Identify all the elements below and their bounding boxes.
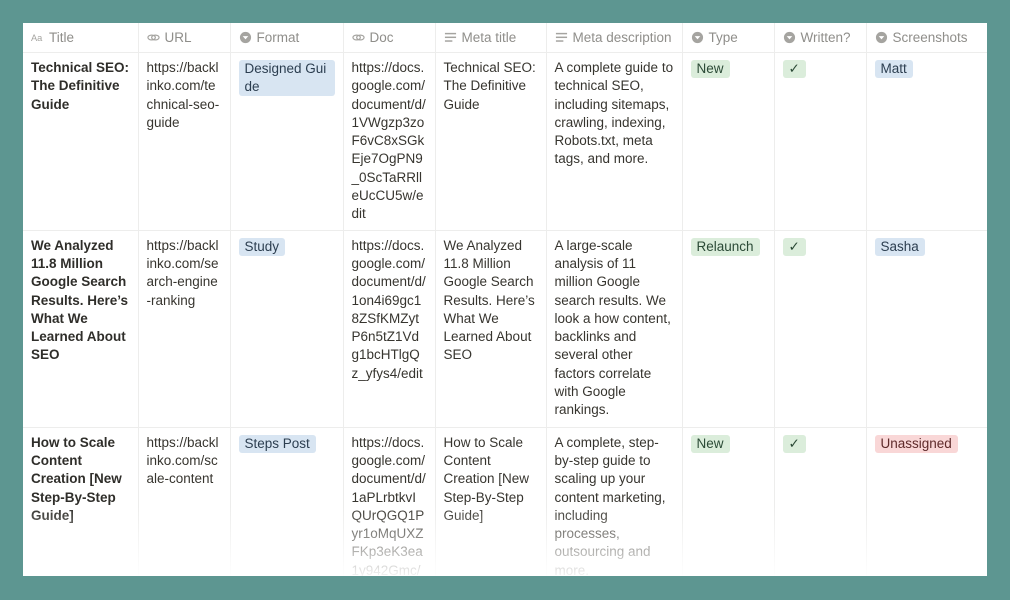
written-check-tag: ✓ bbox=[782, 434, 806, 453]
database-table-frame: Aa Title URL Format Doc Meta title Meta d… bbox=[23, 23, 987, 576]
column-header-title[interactable]: Aa Title bbox=[23, 23, 139, 53]
type-tag: New bbox=[690, 60, 730, 78]
cell-doc[interactable]: https://docs.google.com/document/d/1on4i… bbox=[343, 230, 436, 428]
cell-title[interactable]: We Analyzed 11.8 Million Google Search R… bbox=[23, 230, 139, 428]
type-tag: Relaunch bbox=[690, 237, 760, 256]
column-header-label: URL bbox=[164, 30, 192, 45]
column-header-type[interactable]: Type bbox=[682, 23, 775, 53]
cell-doc[interactable]: https://docs.google.com/document/d/1aPLr… bbox=[343, 427, 436, 576]
screenshots-tag: Matt bbox=[874, 60, 913, 78]
cell-meta-title[interactable]: Technical SEO: The Definitive Guide bbox=[435, 52, 547, 231]
column-header-label: Written? bbox=[800, 30, 851, 45]
cell-title[interactable]: Technical SEO: The Definitive Guide bbox=[23, 52, 139, 231]
column-header-label: Type bbox=[708, 30, 738, 45]
text-lines-icon bbox=[555, 32, 567, 42]
cell-meta-description[interactable]: A complete, step-by-step guide to scalin… bbox=[546, 427, 683, 576]
cell-url[interactable]: https://backlinko.com/technical-seo-guid… bbox=[138, 52, 231, 231]
screenshots-tag: Sasha bbox=[874, 237, 925, 256]
format-tag: Designed Guide bbox=[238, 60, 335, 96]
select-icon bbox=[691, 31, 703, 44]
column-header-written[interactable]: Written? bbox=[774, 23, 867, 53]
svg-text:Aa: Aa bbox=[31, 33, 43, 43]
cell-meta-title[interactable]: We Analyzed 11.8 Million Google Search R… bbox=[435, 230, 547, 428]
format-tag: Steps Post bbox=[238, 434, 316, 453]
content-database-table: Aa Title URL Format Doc Meta title Meta d… bbox=[23, 23, 987, 576]
column-header-meta-title[interactable]: Meta title bbox=[435, 23, 547, 53]
written-check-tag: ✓ bbox=[782, 60, 806, 78]
table-row[interactable]: Technical SEO: The Definitive Guide http… bbox=[23, 52, 987, 231]
select-icon bbox=[875, 31, 887, 44]
cell-meta-description[interactable]: A complete guide to technical SEO, inclu… bbox=[546, 52, 683, 231]
link-icon bbox=[146, 34, 160, 41]
select-icon bbox=[239, 31, 251, 44]
cell-meta-description[interactable]: A large-scale analysis of 11 million Goo… bbox=[546, 230, 683, 428]
cell-screenshots[interactable]: Sasha bbox=[866, 230, 987, 428]
format-tag: Study bbox=[238, 237, 286, 256]
column-header-label: Meta title bbox=[461, 30, 517, 45]
column-header-meta-description[interactable]: Meta description bbox=[546, 23, 683, 53]
header-row: Aa Title URL Format Doc Meta title Meta d… bbox=[23, 23, 987, 53]
column-header-doc[interactable]: Doc bbox=[343, 23, 436, 53]
cell-url[interactable]: https://backlinko.com/search-engine-rank… bbox=[138, 230, 231, 428]
select-icon bbox=[783, 31, 795, 44]
column-header-label: Meta description bbox=[572, 30, 672, 45]
column-header-label: Format bbox=[256, 30, 300, 45]
cell-type[interactable]: New bbox=[682, 427, 775, 576]
type-tag: New bbox=[690, 434, 730, 453]
screenshots-tag: Unassigned bbox=[874, 434, 958, 453]
column-header-url[interactable]: URL bbox=[138, 23, 231, 53]
column-header-screenshots[interactable]: Screenshots bbox=[866, 23, 987, 53]
text-lines-icon bbox=[444, 32, 456, 42]
cell-title[interactable]: How to Scale Content Creation [New Step-… bbox=[23, 427, 139, 576]
cell-type[interactable]: Relaunch bbox=[682, 230, 775, 428]
cell-screenshots[interactable]: Matt bbox=[866, 52, 987, 231]
column-header-label: Screenshots bbox=[892, 30, 968, 45]
cell-screenshots[interactable]: Unassigned bbox=[866, 427, 987, 576]
cell-meta-title[interactable]: How to Scale Content Creation [New Step-… bbox=[435, 427, 547, 576]
cell-written[interactable]: ✓ bbox=[774, 52, 867, 231]
text-type-icon: Aa bbox=[31, 33, 43, 43]
cell-format[interactable]: Steps Post bbox=[230, 427, 344, 576]
written-check-tag: ✓ bbox=[782, 237, 806, 256]
column-header-label: Doc bbox=[369, 30, 394, 45]
cell-format[interactable]: Study bbox=[230, 230, 344, 428]
table-row[interactable]: How to Scale Content Creation [New Step-… bbox=[23, 427, 987, 576]
link-icon bbox=[351, 34, 365, 41]
cell-written[interactable]: ✓ bbox=[774, 427, 867, 576]
cell-written[interactable]: ✓ bbox=[774, 230, 867, 428]
column-header-format[interactable]: Format bbox=[230, 23, 344, 53]
cell-doc[interactable]: https://docs.google.com/document/d/1VWgz… bbox=[343, 52, 436, 231]
cell-type[interactable]: New bbox=[682, 52, 775, 231]
column-header-label: Title bbox=[49, 30, 75, 45]
cell-url[interactable]: https://backlinko.com/scale-content bbox=[138, 427, 231, 576]
table-row[interactable]: We Analyzed 11.8 Million Google Search R… bbox=[23, 230, 987, 428]
cell-format[interactable]: Designed Guide bbox=[230, 52, 344, 231]
